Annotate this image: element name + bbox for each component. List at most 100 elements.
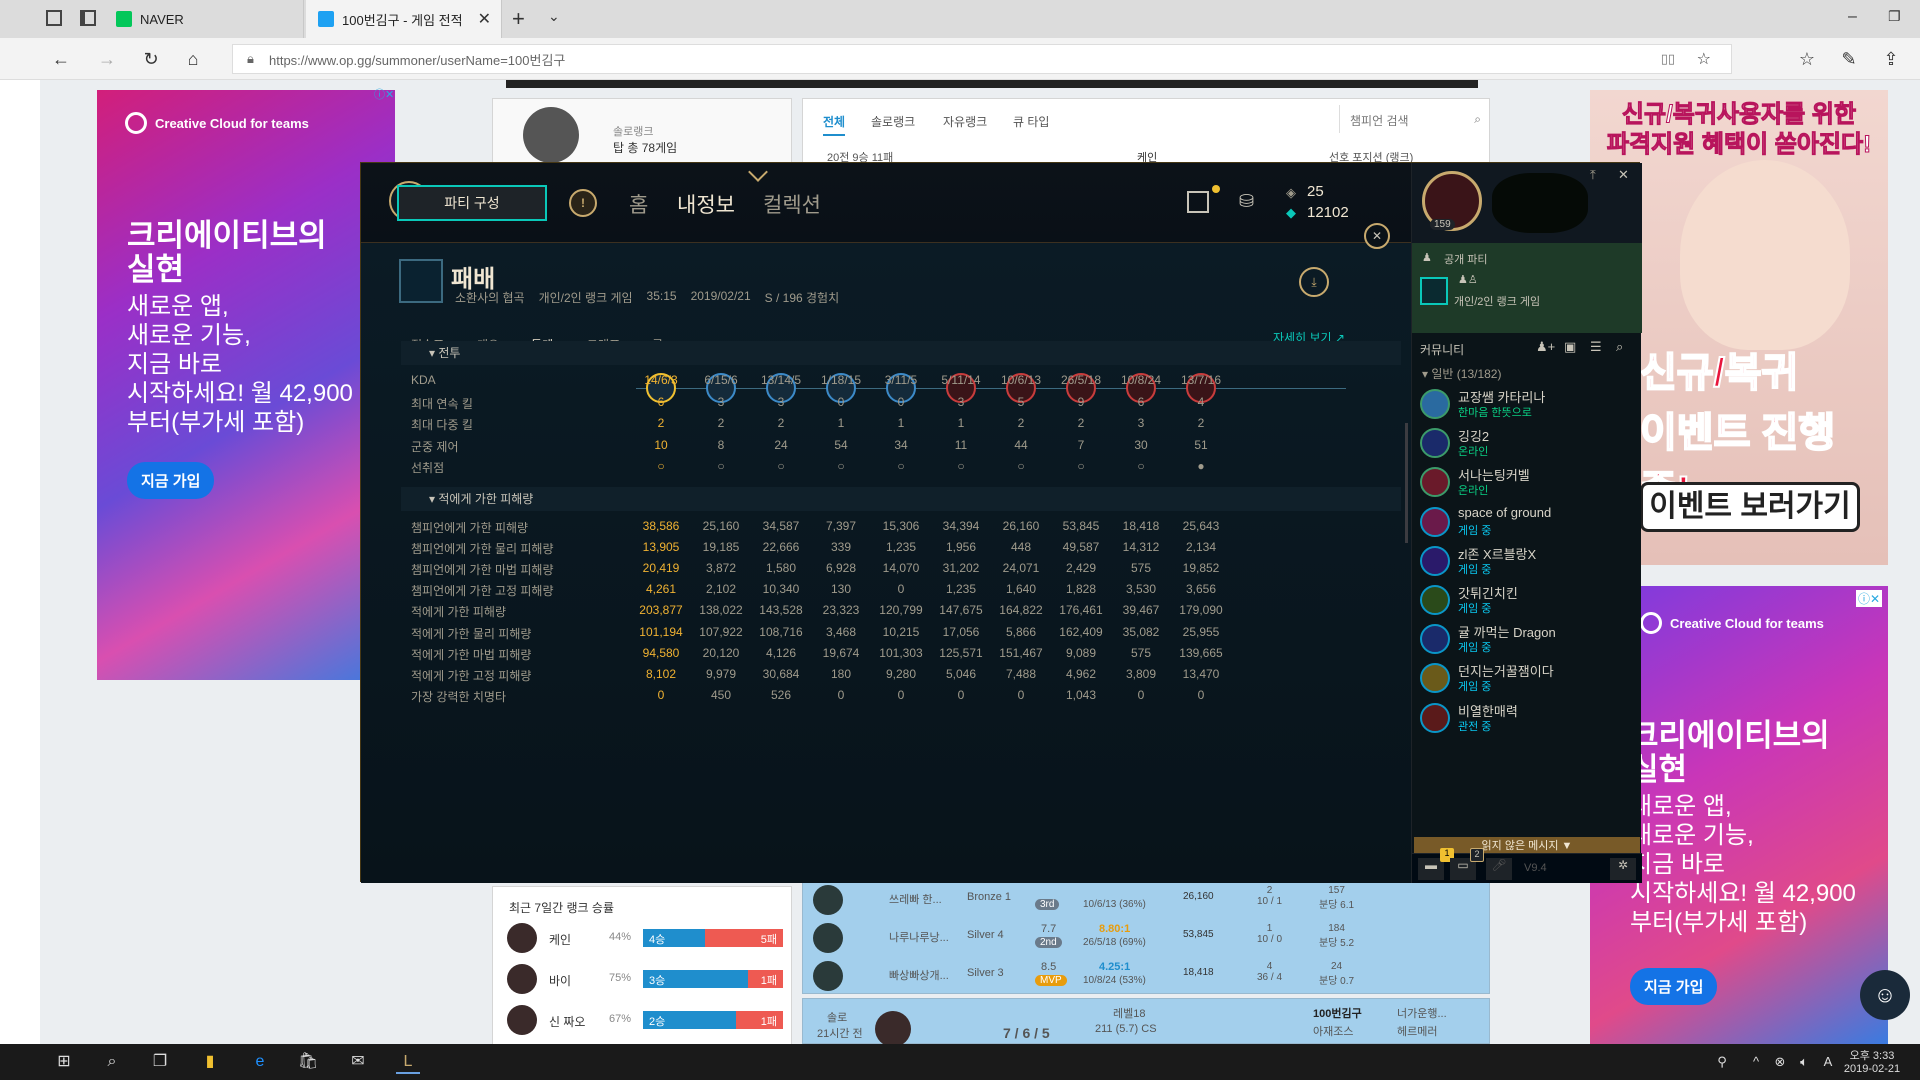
forward-icon[interactable]: →	[96, 48, 118, 70]
favorite-star-icon[interactable]: ☆	[1697, 49, 1711, 69]
player-name[interactable]: 쓰레빠 한...	[889, 891, 942, 907]
friend-item[interactable]: 던지는거꿀잼이다 게임 중	[1420, 659, 1640, 703]
set-aside-tabs-icon[interactable]	[80, 10, 96, 26]
stat-row: 가장 강력한 치명타 0 450 526 0 0 0 0 1,043 0 0	[411, 684, 1401, 706]
match-card[interactable]: 솔로 21시간 전 7 / 6 / 5 레벨18 211 (5.7) CS 10…	[802, 998, 1490, 1047]
alert-icon[interactable]: !	[569, 189, 597, 217]
scrollbar[interactable]	[1405, 423, 1408, 543]
player-name[interactable]: 헤르메러	[1397, 1023, 1437, 1039]
friend-item[interactable]: 서나는팅커벨 온라인	[1420, 463, 1640, 507]
close-icon[interactable]: ✕	[1618, 167, 1629, 183]
loot-icon[interactable]: ⛁	[1239, 191, 1254, 212]
people-icon[interactable]: ⚲	[1710, 1050, 1734, 1074]
tab-flex-rank[interactable]: 자유랭크	[943, 113, 987, 130]
left-ad[interactable]: Creative Cloud for teams 크리에이티브의 실현 새로운 …	[97, 90, 395, 680]
nav-profile[interactable]: 내정보	[677, 189, 735, 219]
tab-preview-icon[interactable]	[46, 10, 62, 26]
home-icon[interactable]: ⌂	[182, 48, 204, 70]
favorites-icon[interactable]: ☆	[1796, 48, 1818, 70]
new-tab-icon[interactable]: +	[512, 6, 525, 32]
store-icon[interactable]: 🛍︎	[296, 1050, 320, 1074]
ad-choices-icon[interactable]: ⓘ✕	[1856, 590, 1883, 607]
tab-all[interactable]: 전체	[823, 113, 846, 136]
section-header[interactable]: ▾ 적에게 가한 피해량	[401, 486, 1401, 511]
stat-label: 챔피언에게 가한 물리 피해량	[411, 541, 554, 556]
clock-time[interactable]: 오후 3:33	[1840, 1047, 1904, 1063]
list-icon[interactable]: ☰	[1590, 339, 1602, 355]
champion-icon	[507, 1005, 537, 1035]
friend-status: 온라인	[1458, 485, 1489, 498]
share-icon[interactable]: ⇪	[1880, 48, 1902, 70]
nav-home[interactable]: 홈	[629, 189, 648, 219]
ad-cta-button[interactable]: 지금 가입	[1630, 968, 1718, 1005]
nav-collection[interactable]: 컬렉션	[763, 189, 821, 219]
reading-view-icon[interactable]: ▯▯	[1661, 51, 1675, 67]
friend-item[interactable]: zl존 X르블랑X 게임 중	[1420, 542, 1640, 586]
refresh-icon[interactable]: ↻	[140, 48, 162, 70]
player-name[interactable]: 100번김구	[1313, 1005, 1362, 1021]
chat-bubble-icon[interactable]: ☺	[1860, 970, 1910, 1020]
ad-cta-button[interactable]: 이벤트 보러가기	[1640, 482, 1860, 532]
tray-chevron-icon[interactable]: ^	[1744, 1050, 1768, 1074]
friend-item[interactable]: 깅깅2 온라인	[1420, 424, 1640, 468]
tab-naver[interactable]: NAVER	[104, 0, 304, 38]
stat-label: KDA	[411, 373, 436, 387]
search-icon[interactable]: ⌕	[1474, 112, 1481, 127]
pen-icon[interactable]: ✎	[1838, 48, 1860, 70]
stat-row: 최대 연속 킬6330035964	[411, 391, 1401, 413]
tab-opgg[interactable]: 100번김구 - 게임 전적 ✕	[306, 0, 502, 38]
player-name[interactable]: 너가운행...	[1397, 1005, 1447, 1021]
url-input[interactable]: 🔒︎ https://www.op.gg/summoner/userName=1…	[232, 44, 1732, 74]
clock-date[interactable]: 2019-02-21	[1836, 1063, 1908, 1075]
search-icon[interactable]: ⌕	[1616, 339, 1623, 355]
friend-item[interactable]: space of ground 게임 중	[1420, 503, 1640, 547]
filter-card: 전체 솔로랭크 자유랭크 큐 타입 챔피언 검색 ⌕ 20전 9승 11패 케인 …	[802, 98, 1490, 164]
friend-item[interactable]: 갓튀긴치킨 게임 중	[1420, 581, 1640, 625]
tab-solo-rank[interactable]: 솔로랭크	[871, 113, 915, 130]
party-visibility[interactable]: 공개 파티	[1444, 251, 1488, 267]
minimize-icon[interactable]: ⤒	[1590, 167, 1596, 183]
add-folder-icon[interactable]: ▣	[1564, 339, 1576, 355]
player-name[interactable]: 아재조스	[1313, 1023, 1353, 1039]
search-icon[interactable]: ⌕	[100, 1050, 124, 1074]
mic-icon[interactable]: 🎤︎	[1486, 858, 1512, 880]
restore-icon[interactable]: ❐	[1888, 8, 1901, 25]
ad-cta-button[interactable]: 지금 가입	[127, 462, 215, 499]
task-view-icon[interactable]: ❐	[148, 1050, 172, 1074]
close-tab-icon[interactable]: ✕	[478, 9, 491, 29]
weekly-title: 최근 7일간 랭크 승률	[509, 901, 614, 915]
settings-icon[interactable]: ✲	[1610, 858, 1636, 880]
add-friend-icon[interactable]: ♟+	[1536, 339, 1555, 355]
chevron-down-icon[interactable]: ⌄	[548, 8, 560, 25]
weekly-winrate-card: 최근 7일간 랭크 승률 케인 44% 4승 5패 바이 75% 3승 1패 신 짜오 67% 2승…	[492, 886, 792, 1046]
league-client-icon[interactable]: L	[396, 1050, 420, 1074]
stat-row: 챔피언에게 가한 물리 피해량 13,905 19,185 22,666 339 1,23…	[411, 536, 1401, 558]
close-icon[interactable]: ✕	[1364, 223, 1390, 249]
friend-item[interactable]: 비열한매력 관전 중	[1420, 699, 1640, 743]
player-name[interactable]: 빠상빠상개...	[889, 967, 949, 983]
section-header[interactable]: ▾ 전투	[401, 341, 1401, 365]
champion-search-input[interactable]: 챔피언 검색 ⌕	[1339, 105, 1489, 133]
tab-queue-type[interactable]: 큐 타입	[1013, 113, 1049, 130]
friend-item[interactable]: 교장쌤 카타리나 한마음 한뜻으로	[1420, 385, 1640, 429]
summoner-level: 159	[1430, 219, 1455, 230]
store-icon[interactable]	[1187, 191, 1209, 213]
ad-choices-icon[interactable]: ⓘ✕	[374, 86, 394, 102]
party-button[interactable]: 파티 구성	[397, 185, 547, 221]
blue-essence-icon: ◆	[1286, 205, 1296, 220]
ward-count: 4 36 / 4	[1257, 961, 1283, 983]
friend-item[interactable]: 귤 까먹는 Dragon 게임 중	[1420, 620, 1640, 664]
client-top-nav: L 파티 구성 ! 홈 내정보 컬렉션 ⛁ ◈ 25 ◆ 12102	[361, 162, 1411, 243]
group-header[interactable]: ▾ 일반 (13/182)	[1422, 365, 1501, 382]
download-icon[interactable]: ⤓	[1299, 267, 1329, 297]
player-name[interactable]: 나루나루낭...	[889, 929, 949, 945]
volume-icon[interactable]: 🔈︎	[1792, 1050, 1816, 1074]
network-icon[interactable]: ⊗	[1768, 1050, 1792, 1074]
file-explorer-icon[interactable]: ▮	[198, 1050, 222, 1074]
windows-start-icon[interactable]: ⊞	[52, 1050, 76, 1074]
minimize-icon[interactable]: –	[1848, 8, 1857, 26]
back-icon[interactable]: ←	[50, 48, 72, 70]
edge-icon[interactable]: e	[248, 1050, 272, 1074]
mail-icon[interactable]: ✉	[346, 1050, 370, 1074]
op-score: 7.7	[1041, 923, 1057, 935]
